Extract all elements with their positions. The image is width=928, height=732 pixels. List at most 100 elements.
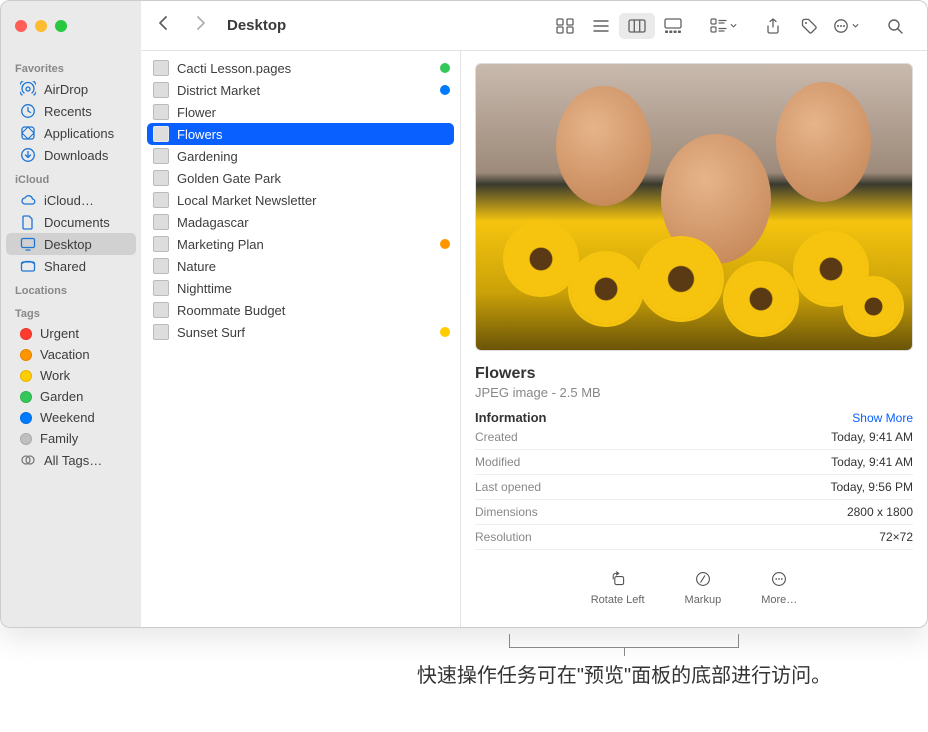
annotation-caption: 快速操作任务可在"预览"面板的底部进行访问。 (414, 662, 834, 690)
gallery-view-button[interactable] (655, 13, 691, 39)
action-button[interactable] (827, 13, 863, 39)
tags-button[interactable] (791, 13, 827, 39)
file-row[interactable]: Madagascar (141, 211, 460, 233)
sidebar-item-label: Urgent (40, 326, 79, 341)
sidebar-item-all-tags-[interactable]: All Tags… (6, 449, 136, 471)
sidebar-item-label: Recents (44, 104, 92, 119)
file-row[interactable]: Cacti Lesson.pages (141, 57, 460, 79)
apps-icon (20, 125, 36, 141)
file-row[interactable]: Roommate Budget (141, 299, 460, 321)
sidebar-item-label: Downloads (44, 148, 108, 163)
markup-icon (692, 568, 714, 590)
sidebar-item-label: Garden (40, 389, 83, 404)
file-icon (153, 170, 169, 186)
file-name: Nature (177, 259, 450, 274)
show-more-link[interactable]: Show More (852, 411, 913, 425)
airdrop-icon (20, 81, 36, 97)
minimize-button[interactable] (35, 20, 47, 32)
file-row[interactable]: Gardening (141, 145, 460, 167)
quick-action-rotate[interactable]: Rotate Left (591, 568, 645, 606)
toolbar: Desktop (141, 1, 927, 51)
tag-dot-icon (20, 349, 32, 361)
sidebar-item-vacation[interactable]: Vacation (6, 344, 136, 365)
sidebar-item-work[interactable]: Work (6, 365, 136, 386)
sidebar-item-documents[interactable]: Documents (6, 211, 136, 233)
file-icon (153, 192, 169, 208)
info-label: Dimensions (475, 505, 538, 519)
annotation: 快速操作任务可在"预览"面板的底部进行访问。 (0, 634, 928, 690)
share-button[interactable] (755, 13, 791, 39)
quick-action-markup[interactable]: Markup (685, 568, 722, 606)
titlebar: Desktop (1, 1, 927, 51)
file-name: Local Market Newsletter (177, 193, 450, 208)
preview-subtitle: JPEG image - 2.5 MB (475, 385, 913, 400)
quick-action-label: Markup (685, 594, 722, 606)
file-row[interactable]: Flowers (147, 123, 454, 145)
sidebar-item-family[interactable]: Family (6, 428, 136, 449)
column-view-button[interactable] (619, 13, 655, 39)
sidebar-item-label: Weekend (40, 410, 95, 425)
annotation-bracket (509, 634, 739, 648)
sidebar-item-urgent[interactable]: Urgent (6, 323, 136, 344)
file-icon (153, 104, 169, 120)
zoom-button[interactable] (55, 20, 67, 32)
file-row[interactable]: Sunset Surf (141, 321, 460, 343)
file-name: Marketing Plan (177, 237, 432, 252)
file-row[interactable]: Flower (141, 101, 460, 123)
file-column: Cacti Lesson.pages District MarketFlower F… (141, 51, 461, 627)
info-value: 2800 x 1800 (847, 505, 913, 519)
traffic-lights (1, 1, 141, 51)
file-name: Flowers (177, 127, 450, 142)
file-tag-dot (440, 63, 450, 73)
file-row[interactable]: Marketing Plan (141, 233, 460, 255)
window-body: FavoritesAirDrop Recents Applications Downl… (1, 51, 927, 627)
icon-view-button[interactable] (547, 13, 583, 39)
sidebar: FavoritesAirDrop Recents Applications Downl… (1, 51, 141, 627)
file-icon (153, 82, 169, 98)
tag-dot-icon (20, 433, 32, 445)
sidebar-item-recents[interactable]: Recents (6, 100, 136, 122)
tag-dot-icon (20, 391, 32, 403)
list-view-button[interactable] (583, 13, 619, 39)
sidebar-item-garden[interactable]: Garden (6, 386, 136, 407)
file-row[interactable]: Golden Gate Park (141, 167, 460, 189)
quick-action-more[interactable]: More… (761, 568, 797, 606)
file-row[interactable]: Local Market Newsletter (141, 189, 460, 211)
close-button[interactable] (15, 20, 27, 32)
file-icon (153, 280, 169, 296)
alltags-icon (20, 452, 36, 468)
sidebar-heading: Favorites (1, 55, 141, 78)
info-value: 72×72 (879, 530, 913, 544)
file-row[interactable]: Nighttime (141, 277, 460, 299)
sidebar-item-applications[interactable]: Applications (6, 122, 136, 144)
sidebar-item-label: Vacation (40, 347, 90, 362)
sidebar-item-shared[interactable]: Shared (6, 255, 136, 277)
sidebar-item-label: iCloud… (44, 193, 94, 208)
sidebar-heading: Locations (1, 277, 141, 300)
back-button[interactable] (155, 15, 173, 36)
sidebar-item-desktop[interactable]: Desktop (6, 233, 136, 255)
quick-action-label: More… (761, 594, 797, 606)
file-row[interactable]: District Market (141, 79, 460, 101)
group-button[interactable] (705, 13, 741, 39)
preview-title: Flowers (475, 365, 913, 383)
sidebar-item-label: Documents (44, 215, 110, 230)
info-row: Last openedToday, 9:56 PM (475, 475, 913, 500)
view-switcher (547, 13, 691, 39)
forward-button[interactable] (191, 15, 209, 36)
info-row: CreatedToday, 9:41 AM (475, 425, 913, 450)
cloud-icon (20, 192, 36, 208)
info-header: Information Show More (475, 410, 913, 425)
sidebar-item-downloads[interactable]: Downloads (6, 144, 136, 166)
sidebar-item-airdrop[interactable]: AirDrop (6, 78, 136, 100)
file-row[interactable]: Nature (141, 255, 460, 277)
file-icon (153, 302, 169, 318)
info-label: Modified (475, 455, 520, 469)
file-name: Cacti Lesson.pages (177, 61, 432, 76)
search-button[interactable] (877, 13, 913, 39)
info-label: Resolution (475, 530, 532, 544)
info-value: Today, 9:41 AM (831, 430, 913, 444)
sidebar-item-weekend[interactable]: Weekend (6, 407, 136, 428)
sidebar-item-icloud-[interactable]: iCloud… (6, 189, 136, 211)
window-title: Desktop (227, 17, 286, 34)
